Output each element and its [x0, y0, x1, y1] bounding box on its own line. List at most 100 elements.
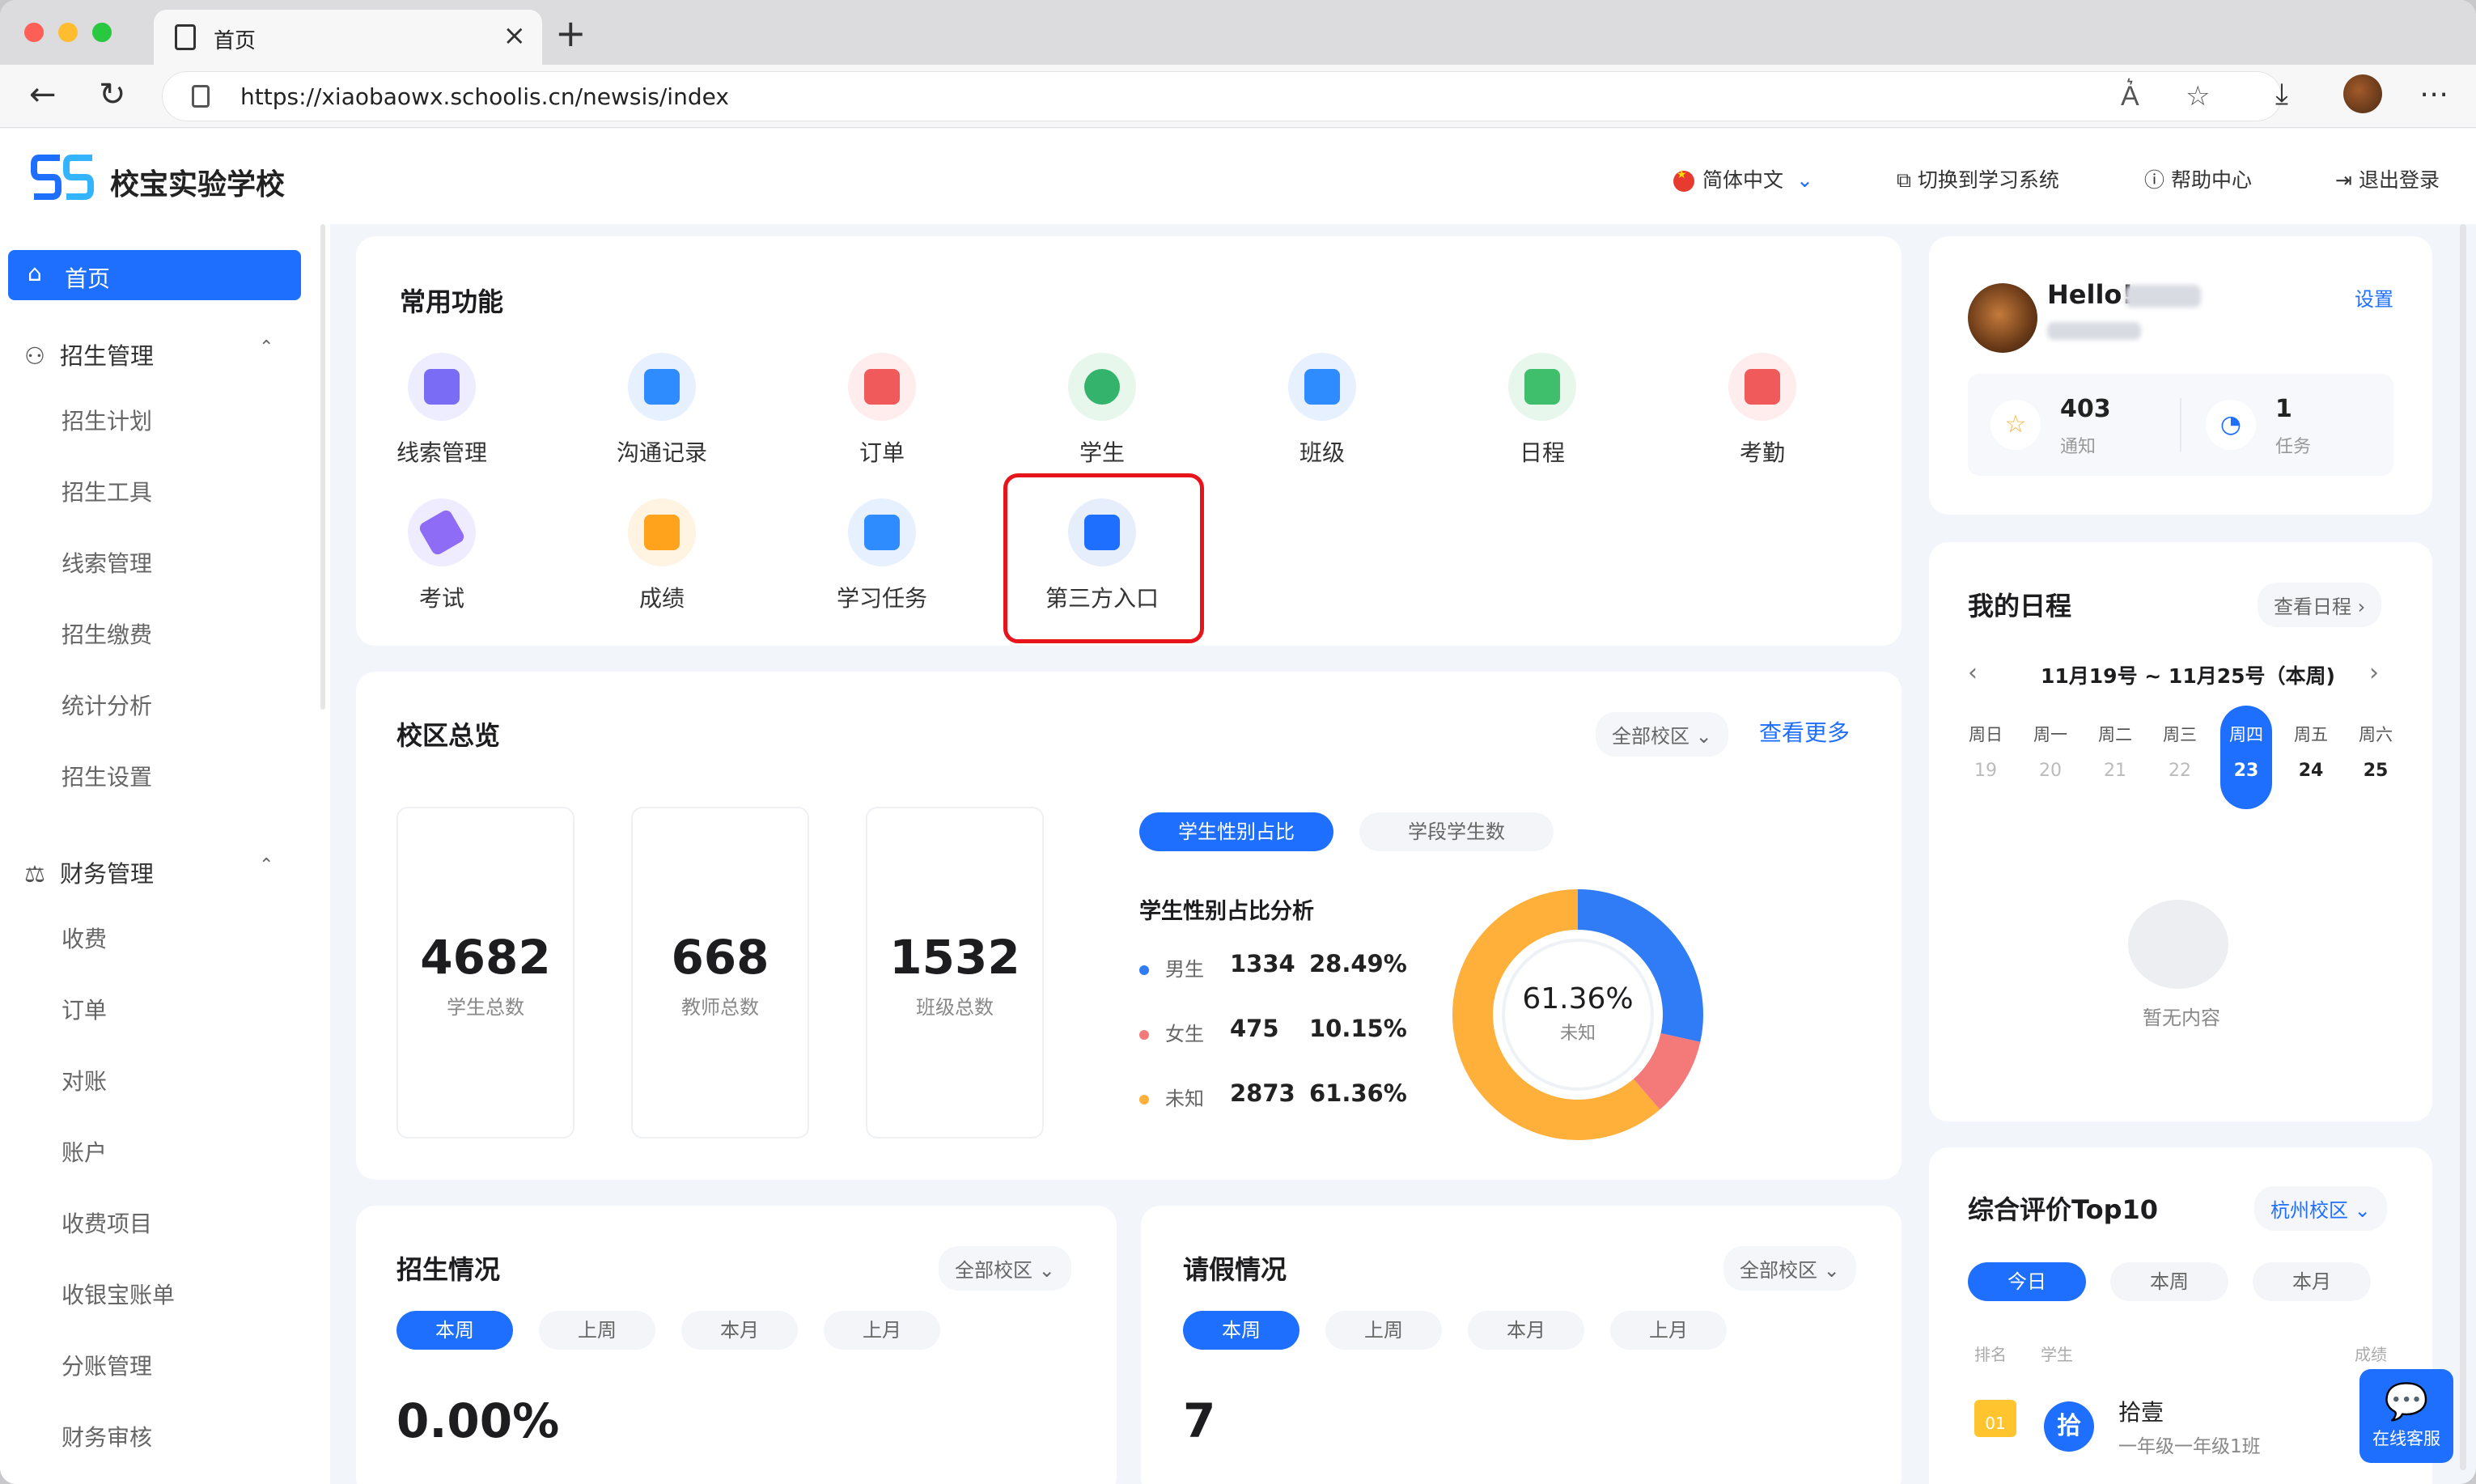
top10-tab-month[interactable]: 本月	[2253, 1262, 2371, 1301]
top10-campus-select[interactable]: 杭州校区 ⌄	[2254, 1186, 2387, 1231]
student-name[interactable]: 拾壹	[2118, 1395, 2164, 1427]
favorite-star-icon[interactable]: ☆	[2186, 80, 2210, 112]
legend-dot	[1139, 1095, 1149, 1105]
leave-tab-this-week[interactable]: 本周	[1183, 1311, 1299, 1350]
sidebar-item-charge[interactable]: 收费	[61, 922, 107, 954]
func-exams[interactable]: 考试	[377, 498, 507, 613]
top10-tab-today[interactable]: 今日	[1968, 1262, 2086, 1301]
read-aloud-icon[interactable]: A͛	[2121, 80, 2139, 112]
sidebar-item-statistics[interactable]: 统计分析	[61, 689, 152, 721]
func-leads[interactable]: 线索管理	[377, 353, 507, 468]
minimize-window-button[interactable]	[58, 23, 78, 42]
notice-count[interactable]: 403	[2060, 395, 2111, 423]
back-icon[interactable]: ←	[29, 76, 57, 113]
sidebar-item-fee-items[interactable]: 收费项目	[61, 1206, 152, 1239]
sidebar-item-orders[interactable]: 订单	[61, 993, 107, 1025]
order-icon	[848, 353, 916, 421]
prev-week-icon[interactable]: ‹	[1968, 659, 1978, 687]
sidebar-item-account[interactable]: 账户	[61, 1135, 107, 1168]
sidebar-scrollbar[interactable]	[320, 224, 325, 710]
func-schedule[interactable]: 日程	[1478, 353, 1607, 468]
leave-tab-this-month[interactable]: 本月	[1468, 1311, 1584, 1350]
donut-center-value: 61.36%	[1522, 982, 1633, 1015]
tab-close-icon[interactable]: ×	[503, 19, 527, 52]
enrollment-campus-select[interactable]: 全部校区 ⌄	[939, 1246, 1071, 1291]
top10-tab-week[interactable]: 本周	[2110, 1262, 2228, 1301]
sidebar-item-split-account[interactable]: 分账管理	[61, 1349, 152, 1381]
sidebar-item-finance-audit[interactable]: 财务审核	[61, 1420, 152, 1452]
enroll-tab-last-week[interactable]: 上周	[539, 1311, 655, 1350]
sidebar-group-label: 招生管理	[60, 342, 155, 370]
sidebar-group-enrollment[interactable]: ⚇ 招生管理 ⌃	[24, 337, 273, 371]
download-icon[interactable]: ⤓	[2275, 78, 2288, 112]
settings-link[interactable]: 设置	[2355, 283, 2393, 312]
browser-profile-avatar[interactable]	[2343, 74, 2382, 113]
calendar-date[interactable]: 22	[2154, 761, 2206, 781]
campus-select[interactable]: 全部校区 ⌄	[1596, 712, 1728, 757]
calendar-date[interactable]: 21	[2089, 761, 2141, 781]
weekday-label: 周六	[2359, 725, 2393, 744]
enroll-tab-this-week[interactable]: 本周	[396, 1311, 513, 1350]
chevron-down-icon: ⌄	[2354, 1199, 2371, 1222]
leave-tab-last-month[interactable]: 上月	[1610, 1311, 1727, 1350]
zoom-window-button[interactable]	[92, 23, 112, 42]
enroll-tab-last-month[interactable]: 上月	[824, 1311, 940, 1350]
notice-label: 通知	[2060, 437, 2097, 457]
leave-tab-last-week[interactable]: 上周	[1325, 1311, 1442, 1350]
close-window-button[interactable]	[24, 23, 44, 42]
sidebar-item-enroll-tools[interactable]: 招生工具	[61, 475, 152, 507]
page-scrollbar[interactable]	[2460, 224, 2466, 1470]
calendar-date[interactable]: 20	[2024, 761, 2076, 781]
func-label: 日程	[1519, 439, 1565, 466]
func-label: 考勤	[1739, 439, 1785, 466]
calendar-date[interactable]: 19	[1960, 761, 2012, 781]
sidebar-item-leads[interactable]: 线索管理	[61, 546, 152, 579]
sidebar-item-enroll-settings[interactable]: 招生设置	[61, 760, 152, 792]
view-schedule-button[interactable]: 查看日程 ›	[2258, 583, 2382, 627]
switch-system-label: 切换到学习系统	[1917, 168, 2059, 192]
func-communication[interactable]: 沟通记录	[597, 353, 727, 468]
sidebar-group-label: 财务管理	[60, 860, 155, 888]
sidebar-item-enroll-plan[interactable]: 招生计划	[61, 404, 152, 436]
task-count[interactable]: 1	[2275, 395, 2292, 423]
calendar-date[interactable]: 24	[2285, 761, 2337, 781]
func-classes[interactable]: 班级	[1257, 353, 1387, 468]
sidebar-item-cashier-bill[interactable]: 收银宝账单	[61, 1278, 175, 1310]
func-attendance[interactable]: 考勤	[1698, 353, 1827, 468]
blurred-role	[2047, 322, 2141, 340]
enroll-tab-this-month[interactable]: 本月	[681, 1311, 798, 1350]
calendar-date[interactable]: 23	[2220, 761, 2272, 781]
calendar-date[interactable]: 25	[2350, 761, 2402, 781]
more-menu-icon[interactable]: ⋯	[2419, 78, 2448, 111]
stat-classes: 1532 班级总数	[866, 807, 1044, 1138]
sidebar-item-reconcile[interactable]: 对账	[61, 1064, 107, 1096]
sidebar-item-home[interactable]: ⌂ 首页	[8, 250, 301, 300]
stat-students: 4682 学生总数	[396, 807, 574, 1138]
online-service-button[interactable]: 💬 在线客服	[2359, 1369, 2453, 1463]
func-learning-tasks[interactable]: 学习任务	[817, 498, 947, 613]
reload-icon[interactable]: ↻	[99, 76, 126, 113]
next-week-icon[interactable]: ›	[2369, 659, 2379, 687]
leave-campus-select[interactable]: 全部校区 ⌄	[1723, 1246, 1856, 1291]
func-orders[interactable]: 订单	[817, 353, 947, 468]
language-select[interactable]: 简体中文 ⌄	[1673, 164, 1813, 193]
tab-gender-ratio[interactable]: 学生性别占比	[1139, 812, 1333, 851]
tab-stage-students[interactable]: 学段学生数	[1359, 812, 1554, 851]
sidebar: ⌂ 首页 ⚇ 招生管理 ⌃ 招生计划 招生工具 线索管理 招生缴费 统计分析 招生…	[0, 224, 330, 1484]
lock-icon	[192, 85, 210, 108]
url-bar[interactable]: https://xiaobaowx.schoolis.cn/newsis/ind…	[162, 71, 2282, 121]
view-more-link[interactable]: 查看更多	[1759, 715, 1850, 748]
new-tab-icon[interactable]: +	[555, 11, 587, 55]
logout-link[interactable]: ⇥ 退出登录	[2335, 164, 2440, 193]
sidebar-item-enroll-payment[interactable]: 招生缴费	[61, 617, 152, 650]
switch-system-link[interactable]: ⧉ 切换到学习系统	[1897, 164, 2059, 193]
schedule-card	[1929, 542, 2432, 1121]
attendance-icon	[1728, 353, 1796, 421]
stat-label: 班级总数	[916, 996, 994, 1019]
func-students[interactable]: 学生	[1037, 353, 1167, 468]
browser-tab[interactable]: 首页 ×	[154, 10, 542, 65]
func-grades[interactable]: 成绩	[597, 498, 727, 613]
user-avatar[interactable]	[1968, 283, 2037, 353]
sidebar-group-finance[interactable]: ⚖ 财务管理 ⌃	[24, 855, 273, 889]
help-center-link[interactable]: ⓘ 帮助中心	[2144, 164, 2252, 193]
